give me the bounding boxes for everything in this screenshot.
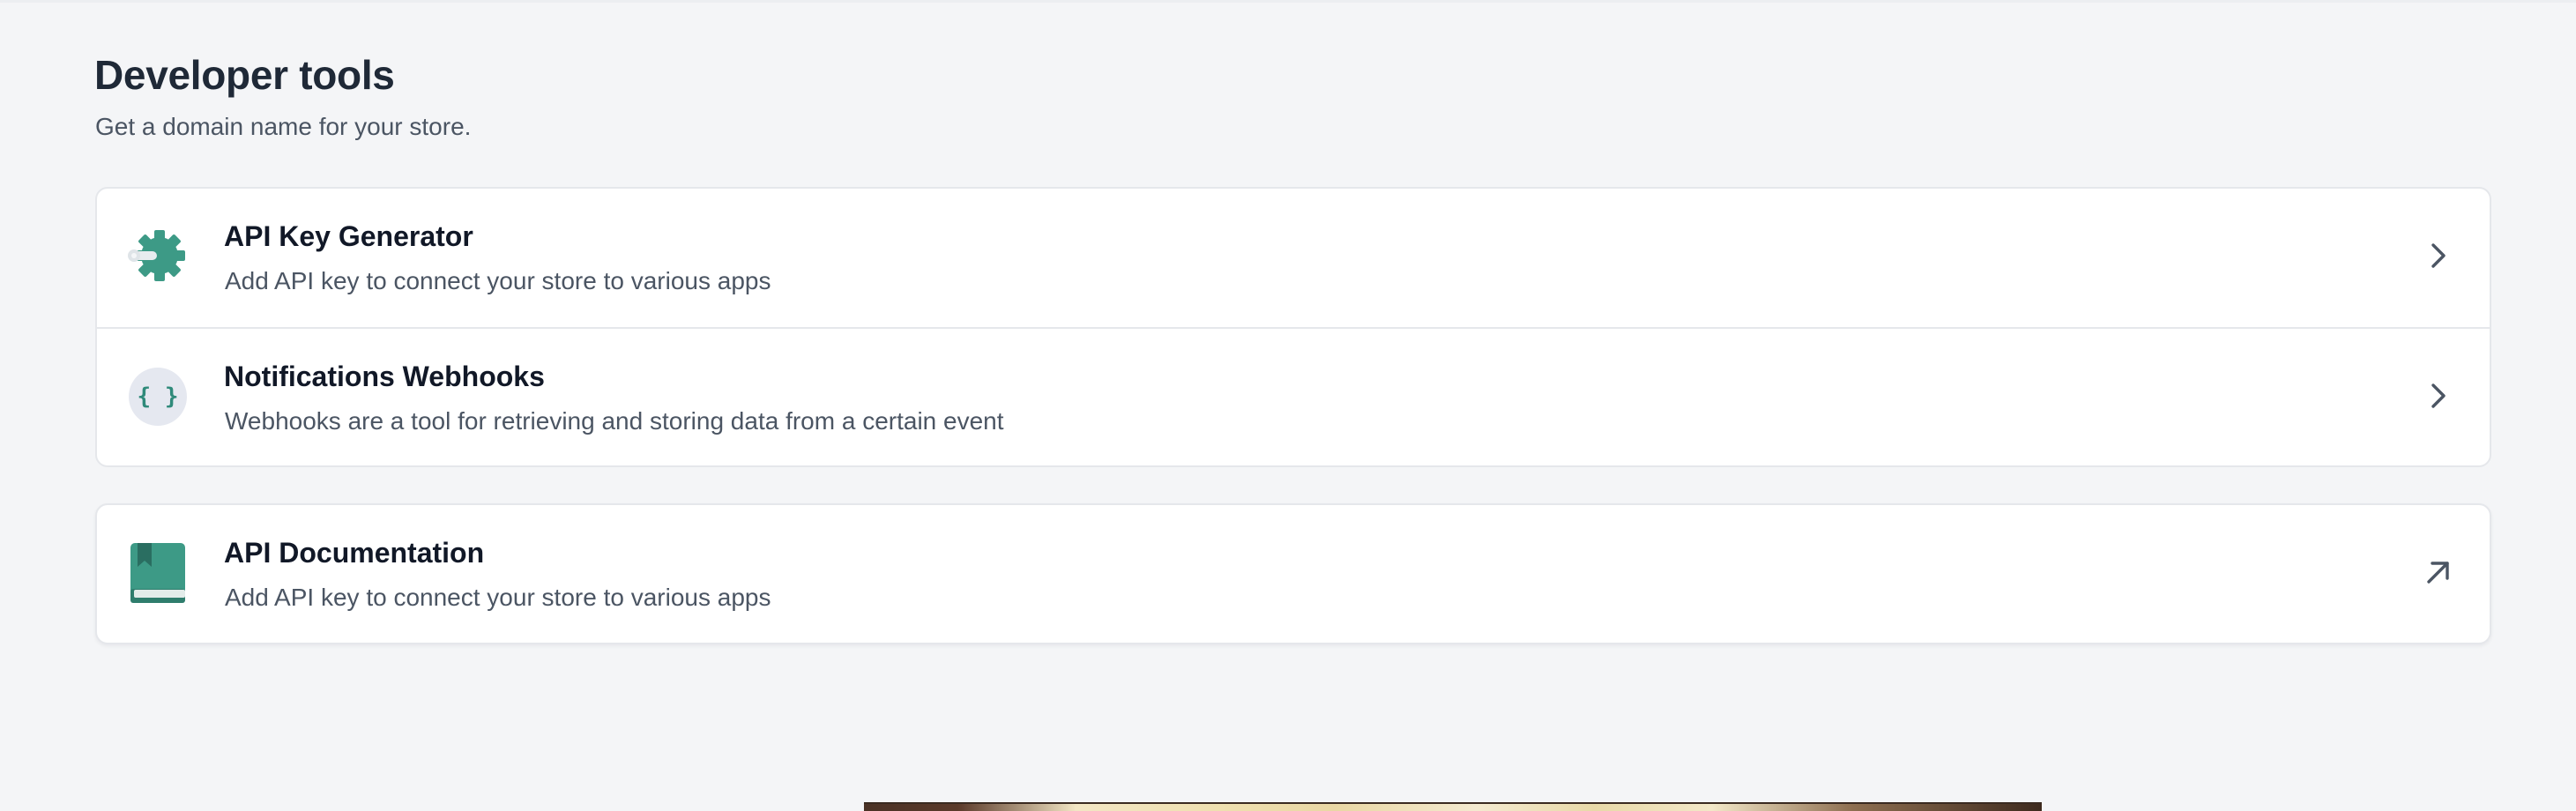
api-key-generator-row[interactable]: API Key Generator Add API key to connect… — [97, 189, 2490, 327]
api-documentation-description: Add API key to connect your store to var… — [225, 584, 771, 611]
developer-tools-card: API Key Generator Add API key to connect… — [95, 187, 2491, 467]
api-key-generator-description: Add API key to connect your store to var… — [225, 267, 771, 294]
notifications-webhooks-title: Notifications Webhooks — [224, 361, 545, 392]
api-documentation-row[interactable]: API Documentation Add API key to connect… — [97, 505, 2490, 643]
notifications-webhooks-row[interactable]: { } Notifications Webhooks Webhooks are … — [97, 327, 2490, 465]
api-documentation-card[interactable]: API Documentation Add API key to connect… — [95, 503, 2491, 644]
curly-braces-icon: { } — [129, 368, 187, 426]
book-icon — [127, 542, 189, 604]
chevron-right-icon[interactable] — [2421, 238, 2456, 273]
api-key-generator-title: API Key Generator — [224, 220, 473, 252]
top-divider — [0, 0, 2576, 3]
image-preview-strip — [864, 802, 2042, 811]
api-documentation-title: API Documentation — [224, 537, 485, 569]
page-title: Developer tools — [94, 52, 395, 98]
chevron-right-icon[interactable] — [2421, 378, 2456, 413]
gear-key-icon — [127, 226, 189, 287]
page-subtitle: Get a domain name for your store. — [95, 113, 472, 140]
notifications-webhooks-description: Webhooks are a tool for retrieving and s… — [225, 407, 1004, 435]
external-arrow-icon[interactable] — [2421, 554, 2456, 590]
